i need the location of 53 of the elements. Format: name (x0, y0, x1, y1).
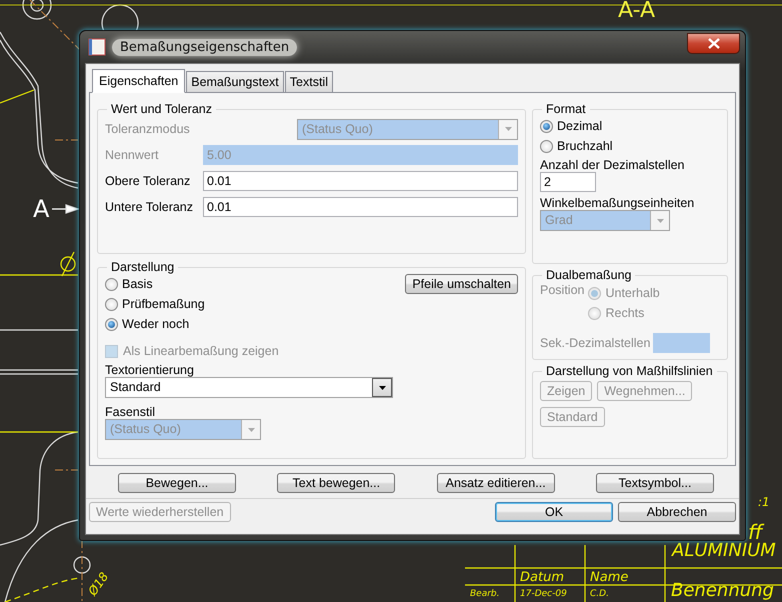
close-button[interactable] (687, 32, 740, 54)
title-block-cell: Bearb. (470, 590, 500, 599)
action-button[interactable]: Textsymbol... (596, 473, 714, 493)
caret-icon (504, 127, 512, 131)
title-block-title: Benennung (671, 582, 774, 600)
close-icon (708, 38, 720, 48)
field-label: Anzahl der Dezimalstellen (540, 158, 686, 172)
section-label: A (33, 197, 50, 221)
scale-label: :1 (758, 496, 770, 508)
section-label: A-A (618, 0, 656, 22)
action-button[interactable]: Bewegen... (118, 473, 236, 493)
field-label: Textorientierung (105, 363, 195, 377)
tab[interactable]: Textstil (284, 71, 333, 92)
field-label: Sek.-Dezimalstellen (540, 336, 650, 350)
title-block-header: Name (590, 571, 628, 584)
caret-icon (378, 386, 386, 390)
tab[interactable]: Bemaßungstext (186, 71, 284, 92)
radio-option[interactable]: Basis (105, 274, 205, 294)
title-block-cell: C.D. (590, 590, 609, 599)
radio-option[interactable]: Bruchzahl (540, 136, 720, 156)
caret-icon (656, 218, 664, 222)
group-title: Darstellung von Maßhilfslinien (545, 364, 714, 378)
field-label: Position (540, 283, 584, 299)
group-title: Wert und Toleranz (110, 102, 213, 116)
title-block-header: Datum (520, 571, 564, 584)
caret-icon (248, 428, 254, 432)
ok-button[interactable]: OK (495, 502, 613, 522)
group-title: Format (545, 102, 587, 116)
action-button[interactable]: Text bewegen... (277, 473, 396, 493)
group-title: Darstellung (110, 260, 176, 274)
material-header: ff (748, 522, 762, 542)
radio-option[interactable]: Dezimal (540, 116, 720, 136)
window-icon (88, 38, 106, 56)
title-block-cell: 17-Dec-09 (520, 590, 567, 599)
input-field[interactable]: 0.01 (203, 171, 518, 191)
group-title: Dualbemaßung (545, 268, 632, 282)
input-field[interactable]: 0.01 (203, 197, 518, 217)
field-label: Toleranzmodus (105, 122, 191, 136)
input-field[interactable]: 2 (540, 172, 596, 192)
cancel-button[interactable]: Abbrechen (618, 502, 736, 522)
field-label: Fasenstil (105, 405, 156, 419)
field-label: Untere Toleranz (105, 200, 194, 214)
field-label: Nennwert (105, 148, 160, 162)
material-label: ALUMINIUM (672, 542, 776, 560)
radio-option[interactable]: Prüfbemaßung (105, 294, 205, 314)
tab[interactable]: Eigenschaften (92, 69, 186, 93)
window-title: Bemaßungseigenschaften (112, 38, 298, 56)
radio-option[interactable]: Weder noch (105, 314, 205, 334)
field-label: Winkelbemaßungseinheiten (540, 196, 696, 210)
field-label: Obere Toleranz (105, 174, 192, 188)
action-button[interactable]: Ansatz editieren... (436, 473, 555, 493)
dropdown[interactable]: Standard (105, 377, 393, 398)
toggle-arrows-button[interactable]: Pfeile umschalten (405, 274, 518, 294)
